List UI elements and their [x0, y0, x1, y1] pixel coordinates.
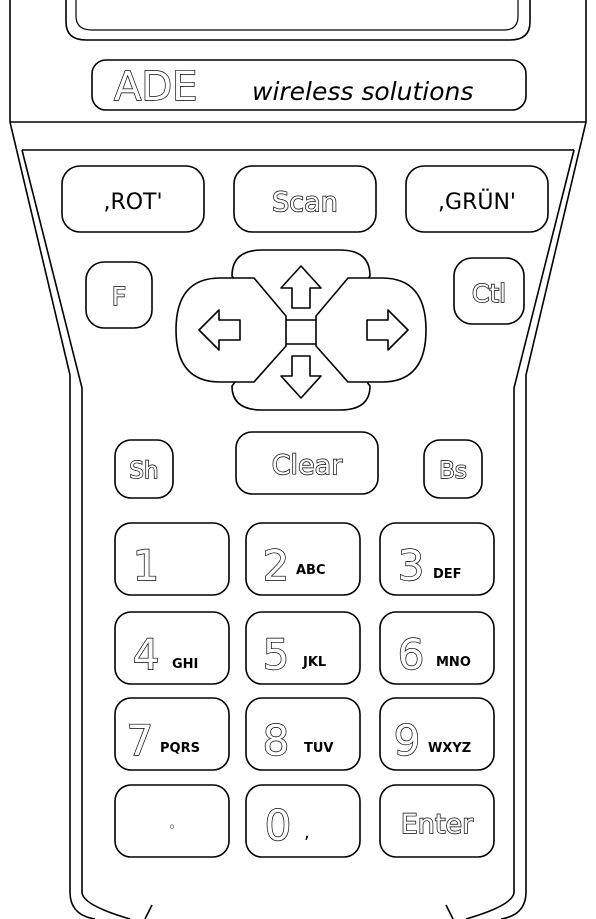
key-1-digit: 1 — [133, 541, 160, 590]
clear-key[interactable]: Clear — [235, 431, 379, 495]
key-8-letters: TUV — [304, 741, 334, 756]
dot-key[interactable]: ◦ — [114, 784, 230, 858]
key-2[interactable]: 2 ABC — [245, 522, 361, 596]
key-4-digit: 4 — [133, 630, 160, 679]
key-7-letters: PQRS — [160, 741, 200, 756]
key-9-letters: WXYZ — [428, 741, 471, 756]
key-3-letters: DEF — [433, 567, 462, 582]
shift-key-label: Sh — [129, 458, 158, 484]
ade-scanner-keypad: ADE wireless solutions ,ROT' Scan ,GRÜN'… — [9, 0, 587, 919]
key-9-digit: 9 — [394, 716, 421, 765]
brand-tagline: wireless solutions — [252, 77, 473, 106]
key-9[interactable]: 9 WXYZ — [379, 697, 495, 771]
brand-plate: ADE wireless solutions — [91, 59, 527, 111]
clear-key-label: Clear — [272, 450, 344, 481]
key-4[interactable]: 4 GHI — [114, 611, 230, 685]
backspace-key[interactable]: Bs — [423, 439, 483, 499]
key-7[interactable]: 7 PQRS — [114, 697, 230, 771]
green-key-label: ,GRÜN' — [438, 189, 516, 215]
key-6[interactable]: 6 MNO — [379, 611, 495, 685]
key-5-digit: 5 — [263, 630, 290, 679]
key-6-letters: MNO — [436, 655, 471, 670]
key-0-comma: , — [304, 822, 310, 843]
dpad — [175, 249, 427, 411]
key-5-letters: JKL — [302, 655, 326, 670]
enter-key[interactable]: Enter — [379, 784, 495, 858]
green-key[interactable]: ,GRÜN' — [405, 165, 549, 233]
key-8-digit: 8 — [263, 716, 290, 765]
ctl-key[interactable]: Ctl — [453, 257, 525, 325]
key-1[interactable]: 1 — [114, 522, 230, 596]
key-7-digit: 7 — [127, 716, 154, 765]
key-8[interactable]: 8 TUV — [245, 697, 361, 771]
f-key[interactable]: F — [85, 261, 153, 329]
scan-key-label: Scan — [272, 187, 338, 218]
ctl-key-label: Ctl — [472, 279, 506, 308]
dot-key-label: ◦ — [168, 820, 176, 836]
backspace-key-label: Bs — [439, 458, 467, 484]
red-key[interactable]: ,ROT' — [61, 165, 205, 233]
key-3[interactable]: 3 DEF — [379, 522, 495, 596]
f-key-label: F — [112, 282, 126, 311]
key-0[interactable]: 0 , — [245, 784, 361, 858]
enter-key-label: Enter — [401, 809, 474, 840]
numpad: 1 2 ABC 3 DEF 4 GHI 5 JKL 6 MNO 7 PQRS 8… — [114, 522, 495, 858]
key-5[interactable]: 5 JKL — [245, 611, 361, 685]
key-2-letters: ABC — [296, 563, 326, 578]
display-screen — [65, 0, 531, 41]
key-2-digit: 2 — [263, 541, 290, 590]
key-0-digit: 0 — [265, 801, 292, 850]
key-4-letters: GHI — [172, 657, 198, 672]
shift-key[interactable]: Sh — [114, 439, 174, 499]
red-key-label: ,ROT' — [103, 190, 162, 215]
key-6-digit: 6 — [398, 630, 425, 679]
brand-logo: ADE — [114, 64, 197, 110]
key-3-digit: 3 — [398, 541, 425, 590]
scan-key[interactable]: Scan — [233, 165, 377, 233]
